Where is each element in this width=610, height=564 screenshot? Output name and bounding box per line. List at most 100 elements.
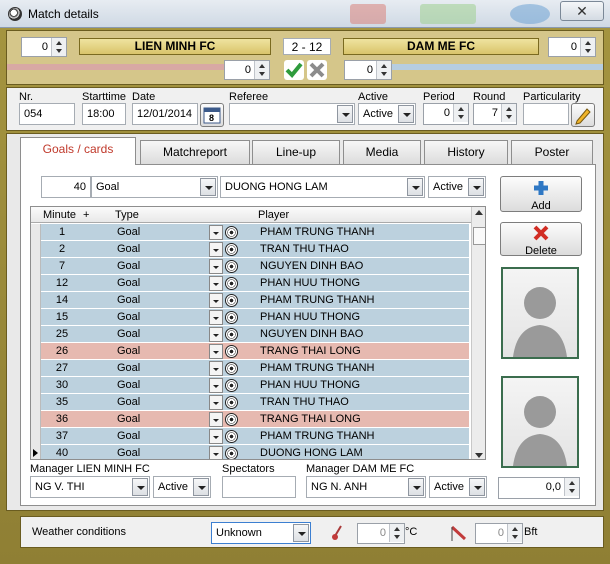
player-cell[interactable]: TRANG THAI LONG [260,413,361,425]
table-row[interactable]: 14 Goal PHAM TRUNG THANH [31,292,469,309]
confirm-button[interactable] [284,60,304,80]
minute-cell[interactable]: 7 [42,260,82,272]
row-selector[interactable] [31,360,41,377]
row-selector[interactable] [31,343,41,360]
add-button[interactable]: Add [500,176,582,212]
chevron-down-icon[interactable] [209,327,223,342]
row-selector[interactable] [31,224,41,241]
minute-cell[interactable]: 14 [42,294,82,306]
row-selector[interactable] [31,428,41,445]
player-cell[interactable]: PHAM TRUNG THANH [260,430,375,442]
period-spinner[interactable]: 0 [423,103,469,125]
player-cell[interactable]: TRAN THU THAO [260,243,349,255]
chevron-down-icon[interactable] [209,344,223,359]
chevron-down-icon[interactable] [209,310,223,325]
minute-cell[interactable]: 15 [42,311,82,323]
grid-scrollbar[interactable] [471,207,485,459]
chevron-down-icon[interactable] [209,378,223,393]
goals-grid[interactable]: Minute + Type Player 1 Goal PHAM TRUNG THA… [30,206,486,460]
away-score-spinner[interactable]: 0 [548,37,596,57]
date-field[interactable]: 12/01/2014 [132,103,198,125]
minute-cell[interactable]: 1 [42,226,82,238]
minute-cell[interactable]: 30 [42,379,82,391]
type-cell[interactable]: Goal [117,311,140,323]
table-row[interactable]: 35 Goal TRAN THU THAO [31,394,469,411]
type-cell[interactable]: Goal [117,328,140,340]
row-selector[interactable] [31,258,41,275]
type-cell[interactable]: Goal [117,260,140,272]
type-cell[interactable]: Goal [117,430,140,442]
tab-history[interactable]: History [424,140,508,164]
entry-status-dropdown[interactable]: Active [428,176,486,198]
close-button[interactable]: ✕ [560,1,604,21]
temperature-spinner[interactable]: 0 [357,523,405,544]
chevron-down-icon[interactable] [209,412,223,427]
round-spinner[interactable]: 7 [473,103,517,125]
table-row[interactable]: 26 Goal TRANG THAI LONG [31,343,469,360]
type-cell[interactable]: Goal [117,396,140,408]
home-manager-status-dropdown[interactable]: Active [153,476,211,498]
spectators-field[interactable] [222,476,296,498]
player-cell[interactable]: TRANG THAI LONG [260,345,361,357]
away-manager-dropdown[interactable]: NG N. ANH [306,476,426,498]
player-cell[interactable]: PHAN HUU THONG [260,379,360,391]
chevron-down-icon[interactable] [209,446,223,459]
table-row[interactable]: 27 Goal PHAM TRUNG THANH [31,360,469,377]
home-score-spinner[interactable]: 0 [21,37,67,57]
player-cell[interactable]: PHAM TRUNG THANH [260,362,375,374]
player-cell[interactable]: DUONG HONG LAM [260,447,363,459]
minute-cell[interactable]: 37 [42,430,82,442]
active-dropdown[interactable]: Active [358,103,416,125]
minute-cell[interactable]: 2 [42,243,82,255]
type-cell[interactable]: Goal [117,362,140,374]
table-row[interactable]: 15 Goal PHAN HUU THONG [31,309,469,326]
row-selector[interactable] [31,292,41,309]
row-selector[interactable] [31,309,41,326]
tab-media[interactable]: Media [343,140,421,164]
player-column-header[interactable]: Player [258,209,289,221]
type-cell[interactable]: Goal [117,226,140,238]
chevron-down-icon[interactable] [209,293,223,308]
minute-cell[interactable]: 27 [42,362,82,374]
minute-cell[interactable]: 12 [42,277,82,289]
player-dropdown[interactable]: DUONG HONG LAM [220,176,425,198]
table-row[interactable]: 36 Goal TRANG THAI LONG [31,411,469,428]
chevron-down-icon[interactable] [209,429,223,444]
table-row[interactable]: 12 Goal PHAN HUU THONG [31,275,469,292]
wind-spinner[interactable]: 0 [475,523,523,544]
scroll-up-arrow-icon[interactable] [475,210,483,215]
table-row[interactable]: 1 Goal PHAM TRUNG THANH [31,224,469,241]
minute-column-header[interactable]: Minute [43,209,76,221]
away-substitute-score-spinner[interactable]: 0 [344,60,392,80]
edit-particularity-button[interactable] [571,103,595,127]
type-dropdown[interactable]: Goal [91,176,218,198]
player-cell[interactable]: PHAM TRUNG THANH [260,226,375,238]
referee-dropdown[interactable] [229,103,355,125]
player-cell[interactable]: NGUYEN DINH BAO [260,260,363,272]
starttime-field[interactable]: 18:00 [82,103,126,125]
minute-cell[interactable]: 25 [42,328,82,340]
minute-field[interactable]: 40 [41,176,91,198]
cancel-button[interactable] [307,60,327,80]
table-row[interactable]: 2 Goal TRAN THU THAO [31,241,469,258]
type-cell[interactable]: Goal [117,413,140,425]
minute-cell[interactable]: 36 [42,413,82,425]
away-manager-status-dropdown[interactable]: Active [429,476,487,498]
nr-field[interactable]: 054 [19,103,75,125]
row-selector[interactable] [31,394,41,411]
tab-line-up[interactable]: Line-up [252,140,340,164]
table-row[interactable]: 40 Goal DUONG HONG LAM [31,445,469,459]
player-cell[interactable]: NGUYEN DINH BAO [260,328,363,340]
type-cell[interactable]: Goal [117,277,140,289]
tab-goals-cards[interactable]: Goals / cards [20,137,136,165]
table-row[interactable]: 7 Goal NGUYEN DINH BAO [31,258,469,275]
minute-cell[interactable]: 26 [42,345,82,357]
row-selector[interactable] [31,445,41,459]
type-column-header[interactable]: Type [115,209,139,221]
chevron-down-icon[interactable] [209,225,223,240]
home-manager-dropdown[interactable]: NG V. THI [30,476,150,498]
chevron-down-icon[interactable] [209,395,223,410]
type-cell[interactable]: Goal [117,447,140,459]
weather-dropdown[interactable]: Unknown [211,522,311,544]
plus-column-header[interactable]: + [83,209,89,221]
